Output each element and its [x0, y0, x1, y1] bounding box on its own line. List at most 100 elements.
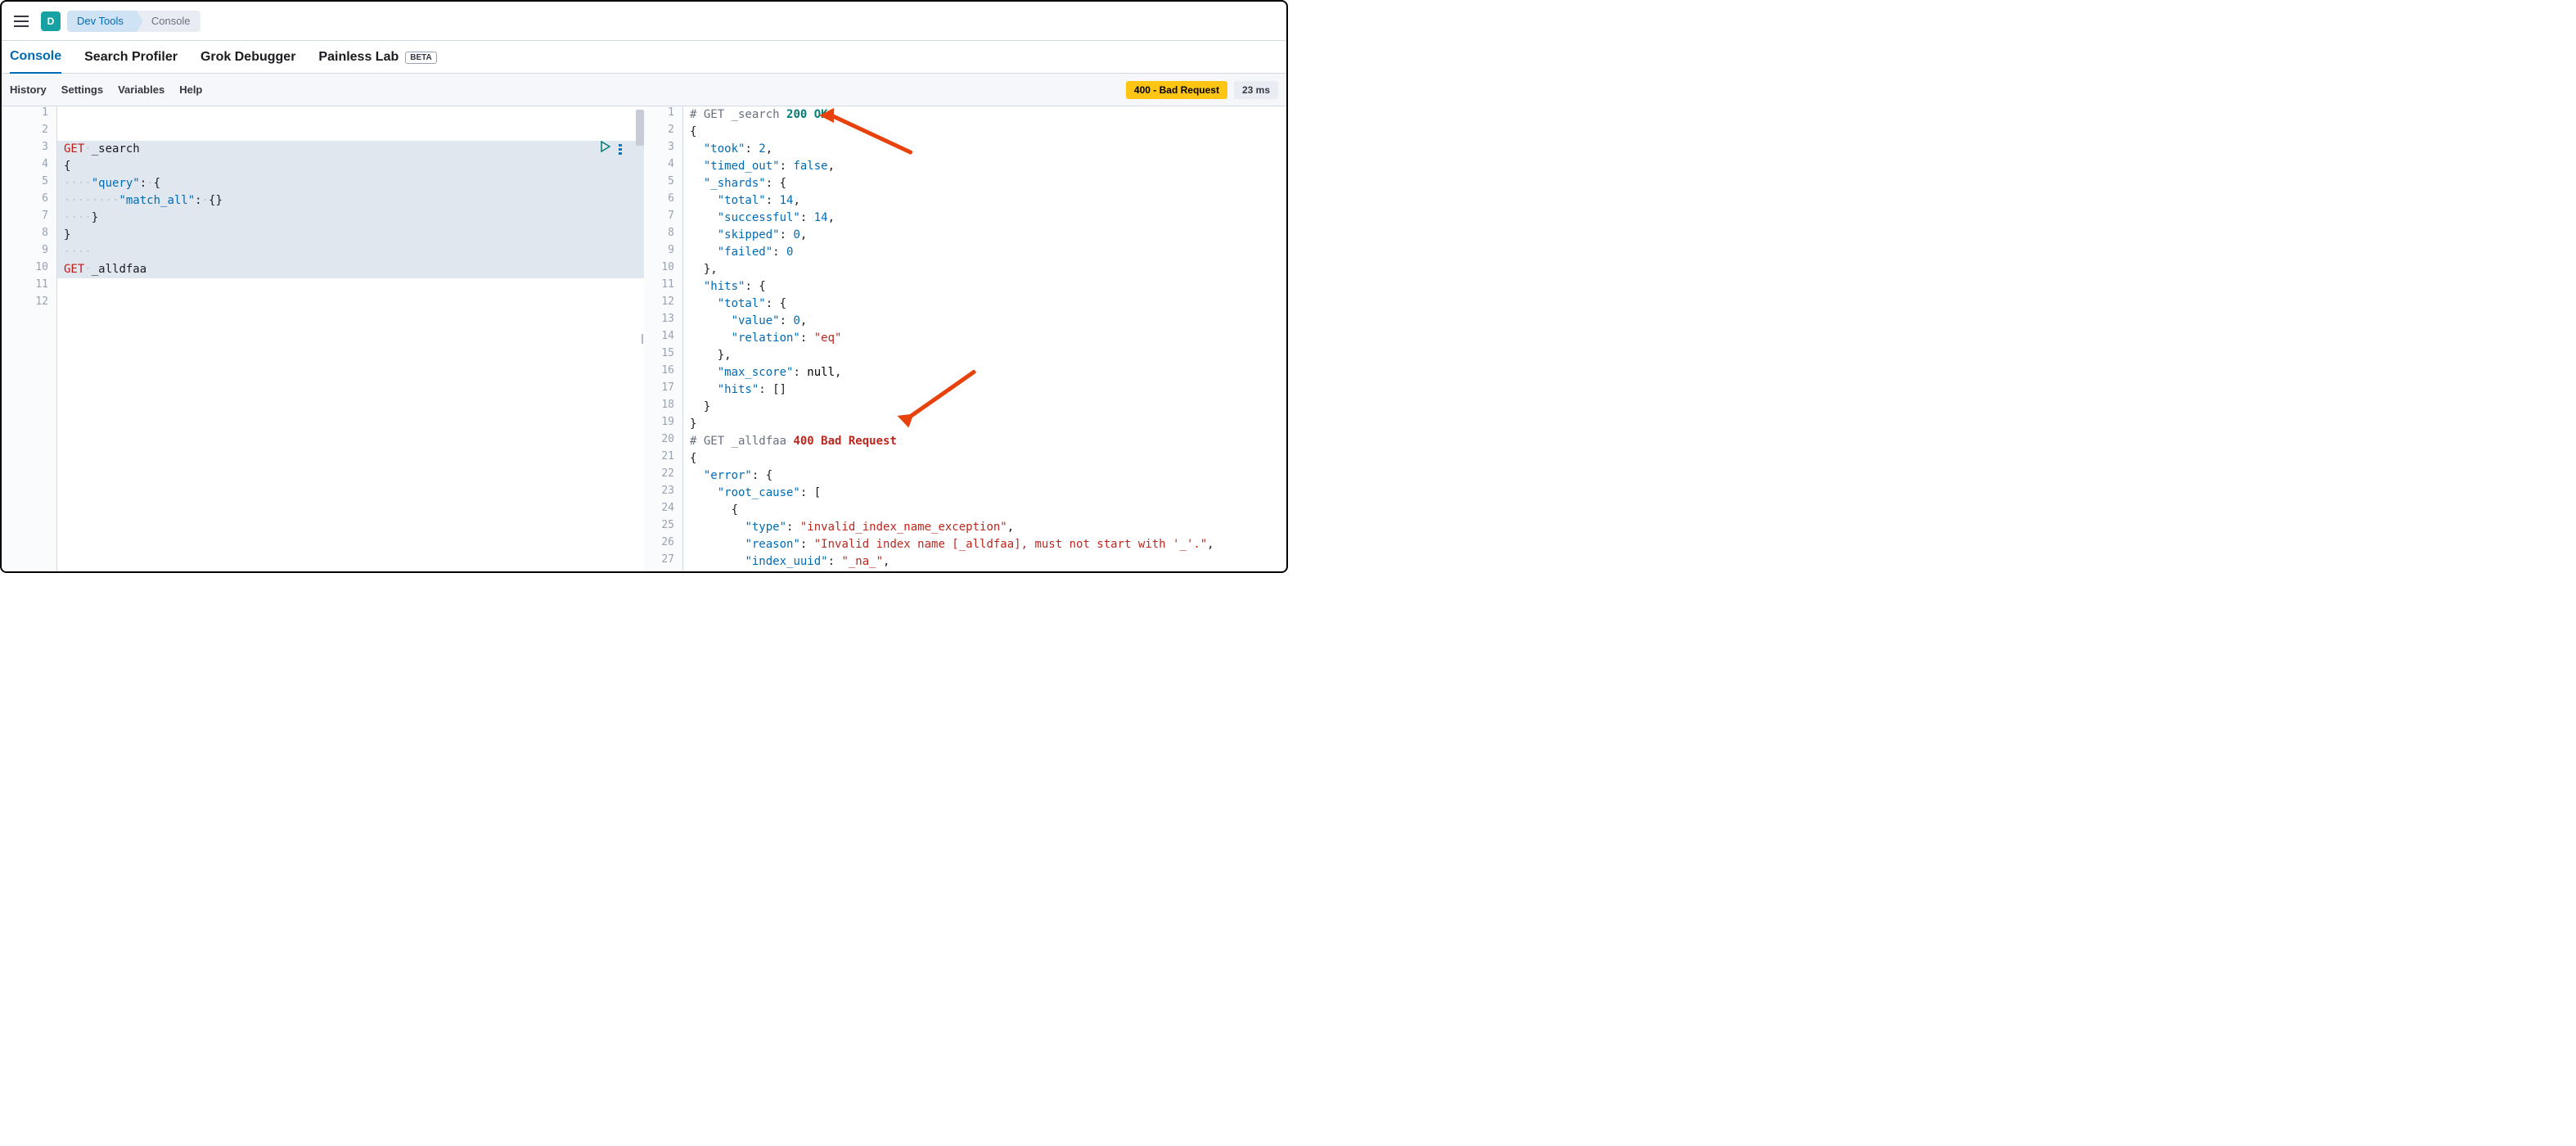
code-line: "failed": 0 [683, 244, 1286, 261]
code-line: } [683, 399, 1286, 416]
code-line: { [683, 502, 1286, 519]
code-line [57, 124, 644, 141]
line-number: 16 [644, 364, 682, 381]
code-line: "index_uuid": "_na_", [683, 553, 1286, 571]
line-number: 6 [2, 192, 56, 210]
subbar-link-settings[interactable]: Settings [61, 83, 103, 96]
subbar-link-history[interactable]: History [10, 83, 47, 96]
line-number: 1 [644, 106, 682, 124]
run-request-icon[interactable] [601, 141, 610, 158]
code-line: ····} [57, 210, 644, 227]
time-badge: 23 ms [1234, 81, 1278, 99]
line-number: 12 [2, 296, 56, 313]
line-number: 10 [644, 261, 682, 278]
tab-painless-lab[interactable]: Painless Lab BETA [318, 43, 436, 73]
line-number: 8 [644, 227, 682, 244]
code-line: "reason": "Invalid index name [_alldfaa]… [683, 536, 1286, 553]
line-number: 22 [644, 467, 682, 485]
line-number: 7 [2, 210, 56, 227]
line-number: 7 [644, 210, 682, 227]
code-line: { [683, 450, 1286, 467]
code-line: }, [683, 347, 1286, 364]
code-line: "relation": "eq" [683, 330, 1286, 347]
code-line: "root_cause": [ [683, 485, 1286, 502]
code-line: } [57, 227, 644, 244]
line-number: 15 [644, 347, 682, 364]
line-number: 3 [2, 141, 56, 158]
line-number: 10 [2, 261, 56, 278]
tab-label: Search Profiler [84, 50, 178, 65]
beta-badge: BETA [405, 52, 436, 64]
tab-label: Grok Debugger [200, 50, 295, 65]
code-line: "skipped": 0, [683, 227, 1286, 244]
avatar[interactable]: D [41, 11, 61, 31]
subbar-link-help[interactable]: Help [179, 83, 202, 96]
tab-label: Console [10, 49, 61, 64]
line-number: 1 [2, 106, 56, 124]
code-line: "total": { [683, 296, 1286, 313]
code-line: "successful": 14, [683, 210, 1286, 227]
code-line: "value": 0, [683, 313, 1286, 330]
code-line: "timed_out": false, [683, 158, 1286, 175]
line-number: 9 [644, 244, 682, 261]
status-badge: 400 - Bad Request [1126, 81, 1227, 99]
line-number: 24 [644, 502, 682, 519]
tab-search-profiler[interactable]: Search Profiler [84, 43, 178, 73]
line-number: 21 [644, 450, 682, 467]
code-line: } [683, 416, 1286, 433]
line-number: 11 [2, 278, 56, 296]
code-line: GET·_alldfaa [57, 261, 644, 278]
response-viewer[interactable]: 1234567891011121314151617181920212223242… [644, 106, 1286, 571]
code-line [57, 296, 644, 313]
menu-toggle-button[interactable] [8, 8, 34, 34]
breadcrumb-item-devtools[interactable]: Dev Tools [67, 11, 137, 32]
line-number: 6 [644, 192, 682, 210]
code-line: ········"match_all":·{} [57, 192, 644, 210]
line-number: 9 [2, 244, 56, 261]
line-number: 2 [644, 124, 682, 141]
tab-console[interactable]: Console [10, 43, 61, 74]
code-line: "type": "invalid_index_name_exception", [683, 519, 1286, 536]
code-line: "max_score": null, [683, 364, 1286, 381]
code-line: { [57, 158, 644, 175]
line-number: 26 [644, 536, 682, 553]
tab-bar: Console Search Profiler Grok Debugger Painl… [2, 41, 1286, 74]
line-number: 13 [644, 313, 682, 330]
code-line: "error": { [683, 467, 1286, 485]
line-number: 3 [644, 141, 682, 158]
subbar-link-variables[interactable]: Variables [118, 83, 164, 96]
line-number: 23 [644, 485, 682, 502]
code-line: GET·_search [57, 141, 644, 158]
code-line: ···· [57, 244, 644, 261]
code-line: "took": 2, [683, 141, 1286, 158]
line-number: 27 [644, 553, 682, 571]
code-line: "total": 14, [683, 192, 1286, 210]
line-number: 8 [2, 227, 56, 244]
line-number: 12 [644, 296, 682, 313]
scrollbar-thumb[interactable] [636, 110, 644, 146]
line-number: 20 [644, 433, 682, 450]
line-number: 14 [644, 330, 682, 347]
code-line: "hits": [] [683, 381, 1286, 399]
code-line: }, [683, 261, 1286, 278]
code-line: # GET _search 200 OK [683, 106, 1286, 124]
line-number: 5 [2, 175, 56, 192]
line-number: 11 [644, 278, 682, 296]
line-number: 4 [2, 158, 56, 175]
line-number: 2 [2, 124, 56, 141]
code-line [57, 106, 644, 124]
code-line: "_shards": { [683, 175, 1286, 192]
request-editor[interactable]: 123456789101112 GET·_search{····"query":… [2, 106, 644, 571]
code-line: { [683, 124, 1286, 141]
tab-grok-debugger[interactable]: Grok Debugger [200, 43, 295, 73]
breadcrumb: Dev Tools Console [67, 11, 200, 32]
code-line [57, 278, 644, 296]
code-line: "hits": { [683, 278, 1286, 296]
line-number: 18 [644, 399, 682, 416]
line-number: 17 [644, 381, 682, 399]
subbar-left: History Settings Variables Help [10, 83, 202, 96]
request-options-icon[interactable] [619, 144, 621, 155]
line-number: 4 [644, 158, 682, 175]
line-number: 19 [644, 416, 682, 433]
tab-label: Painless Lab [318, 50, 399, 65]
